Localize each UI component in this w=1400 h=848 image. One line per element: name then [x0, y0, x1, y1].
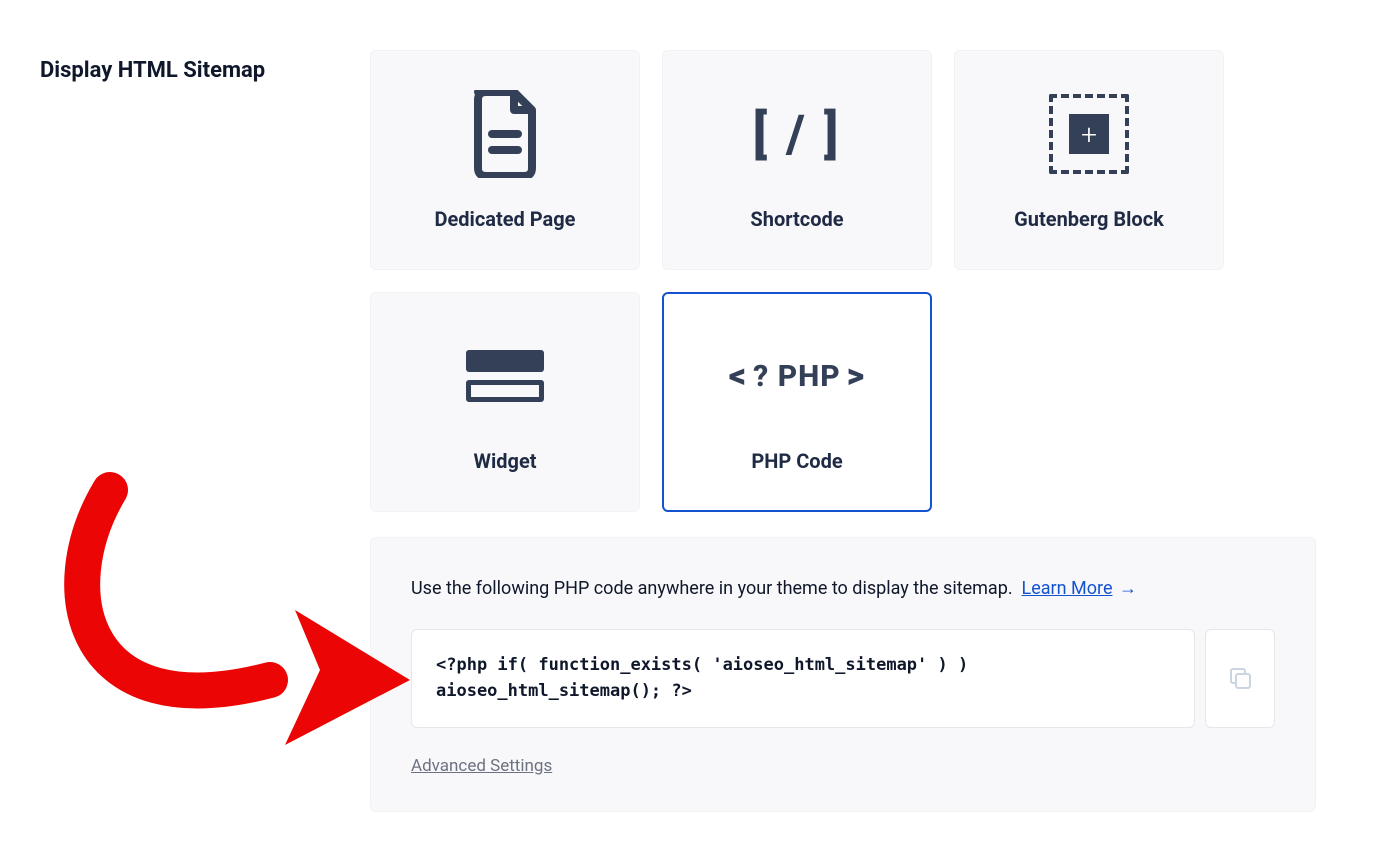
main-content: Dedicated Page [ / ] Shortcode + Gutenbe…	[370, 50, 1360, 812]
php-icon: < ? PHP >	[729, 331, 865, 421]
option-label: Dedicated Page	[435, 207, 576, 231]
help-text: Use the following PHP code anywhere in y…	[411, 578, 1275, 599]
copy-button[interactable]	[1205, 629, 1275, 728]
learn-more-link[interactable]: Learn More	[1022, 578, 1113, 599]
php-code-panel: Use the following PHP code anywhere in y…	[370, 537, 1316, 812]
gutenberg-icon: +	[1049, 89, 1129, 179]
option-shortcode[interactable]: [ / ] Shortcode	[662, 50, 932, 270]
external-link-icon: →	[1115, 578, 1137, 599]
option-label: Widget	[473, 449, 536, 473]
option-label: PHP Code	[751, 449, 842, 473]
option-label: Shortcode	[750, 207, 843, 231]
shortcode-icon: [ / ]	[753, 89, 842, 179]
display-options-grid: Dedicated Page [ / ] Shortcode + Gutenbe…	[370, 50, 1360, 512]
page-icon	[468, 89, 542, 179]
widget-icon	[466, 331, 544, 421]
copy-icon	[1227, 665, 1253, 691]
option-widget[interactable]: Widget	[370, 292, 640, 512]
option-label: Gutenberg Block	[1014, 207, 1164, 231]
option-gutenberg-block[interactable]: + Gutenberg Block	[954, 50, 1224, 270]
php-code-snippet[interactable]: <?php if( function_exists( 'aioseo_html_…	[411, 629, 1195, 728]
advanced-settings-link[interactable]: Advanced Settings	[411, 756, 552, 776]
section-title: Display HTML Sitemap	[40, 50, 340, 812]
option-php-code[interactable]: < ? PHP > PHP Code	[662, 292, 932, 512]
option-dedicated-page[interactable]: Dedicated Page	[370, 50, 640, 270]
